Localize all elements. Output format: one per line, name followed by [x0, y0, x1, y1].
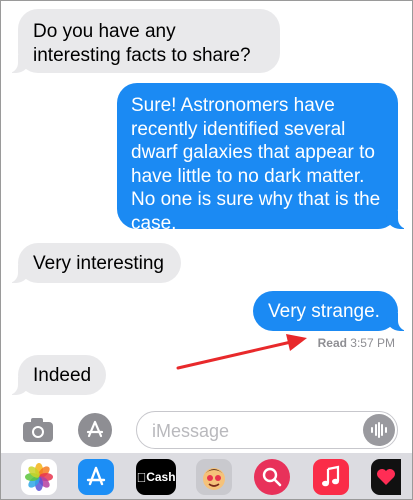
read-receipt: Read 3:57 PM — [318, 336, 395, 350]
message-text: Very strange. — [268, 301, 380, 322]
composer-bar: iMessage — [1, 403, 412, 453]
message-input[interactable]: iMessage — [136, 411, 398, 449]
memoji-app-button[interactable] — [196, 459, 232, 495]
apple-cash-label: Cash — [141, 470, 175, 484]
camera-button[interactable] — [21, 413, 55, 447]
camera-icon — [23, 418, 53, 442]
app-store-icon — [86, 420, 104, 438]
message-bubble-incoming[interactable]: Do you have any interesting facts to sha… — [6, 9, 280, 73]
message-bubble-outgoing[interactable]: Sure! Astronomers have recently identifi… — [117, 83, 410, 234]
image-search-app-button[interactable] — [254, 459, 290, 495]
message-text: Very interesting — [33, 253, 164, 274]
message-bubble-outgoing[interactable]: Very strange. — [253, 291, 410, 331]
message-text: Do you have any interesting facts to sha… — [33, 21, 251, 66]
messages-screen: Do you have any interesting facts to sha… — [0, 0, 413, 500]
audio-waveform-icon — [371, 422, 387, 438]
apple-cash-app-button[interactable]:  Cash — [136, 459, 176, 495]
read-time: 3:57 PM — [350, 336, 395, 350]
photos-app-icon — [25, 463, 53, 491]
music-app-button[interactable] — [313, 459, 349, 495]
app-drawer:  Cash — [1, 453, 412, 499]
audio-message-button[interactable] — [363, 414, 395, 446]
message-input-placeholder: iMessage — [152, 421, 230, 441]
message-text: Sure! Astronomers have recently identifi… — [131, 95, 381, 234]
read-status: Read — [317, 336, 347, 350]
message-bubble-incoming[interactable]: Very interesting — [6, 243, 181, 283]
music-app-icon — [322, 465, 340, 487]
app-store-button[interactable] — [78, 413, 112, 447]
image-search-app-icon — [262, 467, 282, 487]
apple-cash-app-icon:  — [136, 470, 146, 485]
photos-app-button[interactable] — [21, 459, 57, 495]
app-store-app-icon — [86, 466, 106, 486]
app-store-app-button[interactable] — [78, 459, 114, 495]
digital-touch-app-button[interactable] — [371, 459, 401, 495]
digital-touch-app-icon — [377, 469, 395, 485]
memoji-app-icon — [203, 468, 225, 490]
message-text: Indeed — [33, 365, 92, 386]
message-bubble-incoming[interactable]: Indeed — [6, 355, 106, 395]
